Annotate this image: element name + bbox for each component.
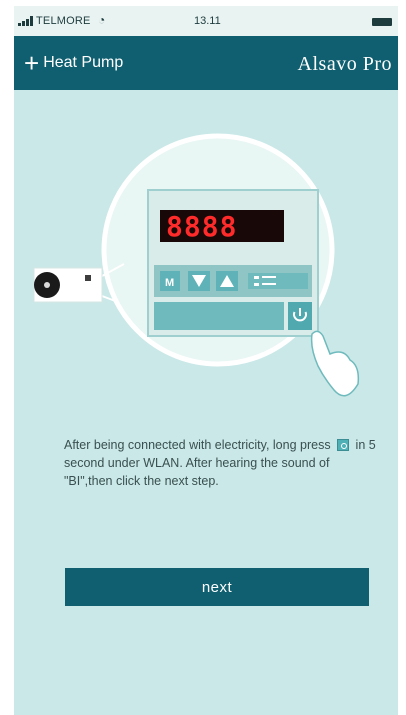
- signal-icon: [18, 16, 33, 26]
- plus-icon: +: [24, 48, 40, 78]
- back-label: Heat Pump: [43, 54, 124, 71]
- status-bar: TELMORE ◔ 13.11: [14, 6, 398, 36]
- indicator-lights-icon: [248, 273, 308, 289]
- mode-key-label: M: [165, 277, 174, 289]
- app-header: + Heat Pump Alsavo Pro: [14, 36, 398, 90]
- carrier-name: TELMORE: [36, 15, 91, 27]
- wifi-icon: ◔: [98, 13, 106, 27]
- status-time: 13.11: [194, 15, 221, 27]
- hand-pointer-icon: [310, 330, 360, 397]
- app-screen: TELMORE ◔ 13.11 + Heat Pump Alsavo Pro 8…: [14, 6, 398, 715]
- power-key-icon: [337, 439, 350, 451]
- controller-illustration: 8888 M: [33, 133, 360, 397]
- heat-pump-back-button[interactable]: + Heat Pump: [24, 50, 123, 76]
- led-display-digits: 8888: [166, 210, 237, 243]
- next-button[interactable]: next: [65, 568, 369, 606]
- battery-icon: [372, 18, 392, 26]
- instructions-text: After being connected with electricity, …: [64, 436, 376, 490]
- small-device: [33, 267, 103, 303]
- bottom-bar: [154, 302, 284, 330]
- brand-title: Alsavo Pro: [297, 53, 392, 75]
- instructions-part1: After being connected with electricity, …: [64, 438, 331, 452]
